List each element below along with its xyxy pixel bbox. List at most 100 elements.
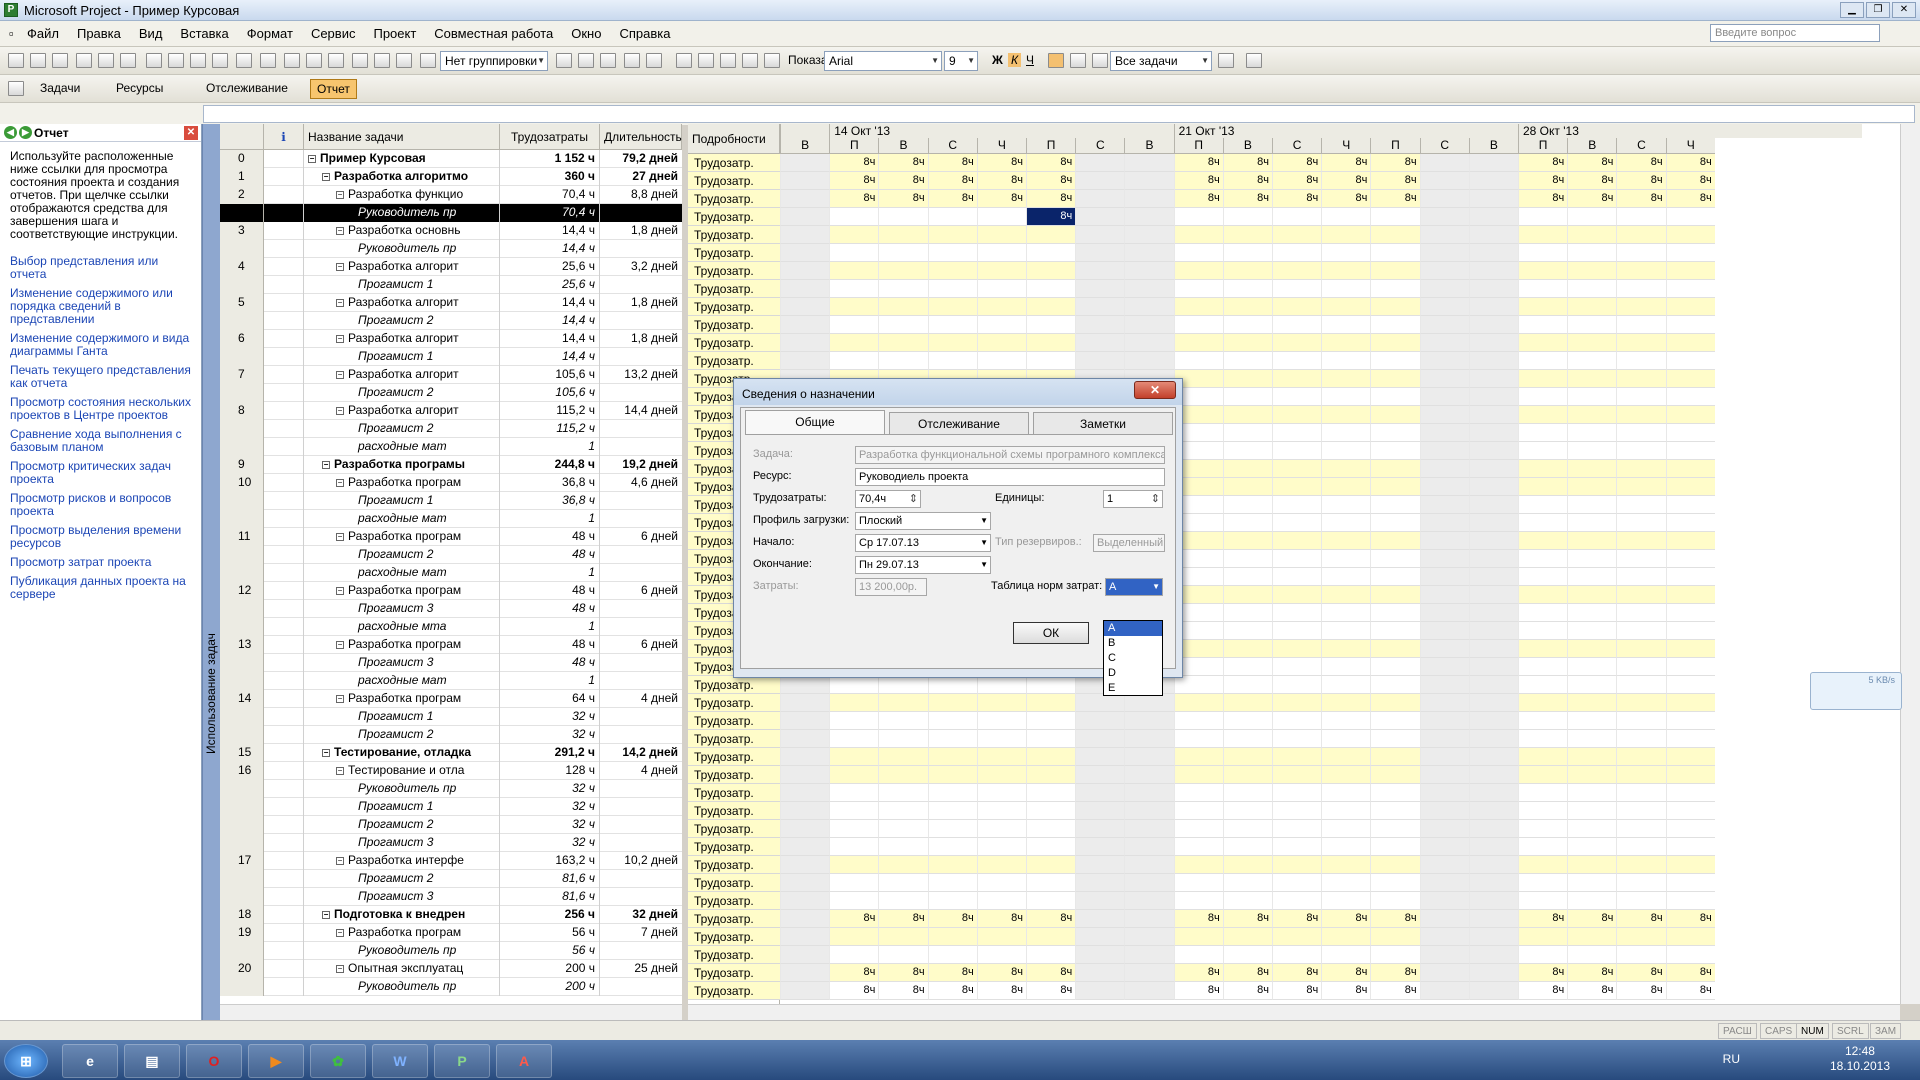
underline-button[interactable]: Ч <box>1026 53 1034 67</box>
work-cell[interactable] <box>1173 874 1223 892</box>
work-cell[interactable] <box>1370 298 1420 316</box>
work-cell[interactable] <box>1026 802 1076 820</box>
work-cell[interactable] <box>1124 874 1174 892</box>
work-cell[interactable] <box>1026 730 1076 748</box>
row-duration[interactable] <box>600 438 682 456</box>
row-name-cell[interactable]: расходные мта <box>304 618 500 636</box>
work-cell[interactable] <box>1468 784 1518 802</box>
work-cell[interactable]: 8ч <box>1222 190 1272 208</box>
work-cell[interactable] <box>1665 586 1715 604</box>
work-cell[interactable] <box>1222 352 1272 370</box>
work-cell[interactable] <box>1468 388 1518 406</box>
row-duration[interactable]: 6 дней <box>600 582 682 600</box>
opera-icon[interactable]: O <box>186 1044 242 1078</box>
row-duration[interactable] <box>600 816 682 834</box>
work-cell[interactable] <box>976 352 1026 370</box>
work-cell[interactable] <box>1370 586 1420 604</box>
timephased-hscrollbar[interactable] <box>688 1004 1900 1020</box>
work-cell[interactable] <box>1370 226 1420 244</box>
row-work[interactable]: 48 ч <box>500 582 600 600</box>
work-cell[interactable] <box>1616 208 1666 226</box>
row-name-cell[interactable]: Прогамист 2 <box>304 420 500 438</box>
work-cell[interactable] <box>780 964 830 982</box>
work-cell[interactable] <box>927 820 977 838</box>
work-cell[interactable] <box>1321 262 1371 280</box>
work-cell[interactable] <box>1616 820 1666 838</box>
goto-task-icon[interactable] <box>600 53 616 68</box>
format-painter-icon[interactable] <box>212 53 228 68</box>
work-cell[interactable] <box>1124 784 1174 802</box>
work-cell[interactable] <box>1468 568 1518 586</box>
work-cell[interactable] <box>1468 424 1518 442</box>
work-cell[interactable]: 8ч <box>1026 982 1076 1000</box>
work-cell[interactable] <box>1026 766 1076 784</box>
work-cell[interactable] <box>1567 532 1617 550</box>
work-cell[interactable] <box>1665 550 1715 568</box>
work-cell[interactable] <box>927 352 977 370</box>
work-cell[interactable] <box>1173 334 1223 352</box>
pane-link[interactable]: Выбор представления или отчета <box>10 255 191 281</box>
row-duration[interactable] <box>600 564 682 582</box>
assignment-row[interactable]: Прогамист 2 14,4 ч <box>220 312 682 330</box>
link-tasks-icon[interactable] <box>284 53 300 68</box>
work-cell[interactable] <box>1075 262 1125 280</box>
task-row[interactable]: 5− Разработка алгорит 14,4 ч 1,8 дней <box>220 294 682 312</box>
work-cell[interactable] <box>1419 982 1469 1000</box>
save-icon[interactable] <box>52 53 68 68</box>
task-row[interactable]: 2− Разработка функцио 70,4 ч 8,8 дней <box>220 186 682 204</box>
work-cell[interactable] <box>1026 316 1076 334</box>
work-cell[interactable] <box>1222 694 1272 712</box>
work-cell[interactable] <box>1518 658 1568 676</box>
work-cell[interactable] <box>1272 892 1322 910</box>
work-cell[interactable] <box>1419 622 1469 640</box>
work-cell[interactable] <box>878 244 928 262</box>
work-cell[interactable] <box>1468 820 1518 838</box>
work-cell[interactable] <box>1124 694 1174 712</box>
row-name-cell[interactable]: Прогамист 2 <box>304 870 500 888</box>
work-cell[interactable] <box>1468 226 1518 244</box>
grouping-select[interactable]: Нет группировки <box>440 51 548 71</box>
work-cell[interactable] <box>927 874 977 892</box>
row-work[interactable]: 81,6 ч <box>500 888 600 906</box>
work-cell[interactable] <box>1075 820 1125 838</box>
collapse-icon[interactable]: − <box>336 335 344 343</box>
work-cell[interactable] <box>1124 334 1174 352</box>
rate-option[interactable]: D <box>1104 666 1162 681</box>
work-cell[interactable] <box>1616 244 1666 262</box>
task-row[interactable]: 1− Разработка алгоритмо 360 ч 27 дней <box>220 168 682 186</box>
work-cell[interactable] <box>1272 316 1322 334</box>
row-name-cell[interactable]: − Разработка програм <box>304 528 500 546</box>
work-cell[interactable] <box>1665 316 1715 334</box>
assignment-row[interactable]: Прогамист 3 81,6 ч <box>220 888 682 906</box>
work-cell[interactable] <box>878 802 928 820</box>
collapse-icon[interactable]: − <box>336 299 344 307</box>
work-cell[interactable]: 8ч <box>878 982 928 1000</box>
back-icon[interactable]: ◀ <box>4 126 17 139</box>
work-cell[interactable] <box>1468 676 1518 694</box>
work-cell[interactable] <box>1665 406 1715 424</box>
work-cell[interactable] <box>1321 352 1371 370</box>
work-cell[interactable] <box>1419 298 1469 316</box>
work-cell[interactable] <box>1321 298 1371 316</box>
work-cell[interactable] <box>878 280 928 298</box>
work-cell[interactable] <box>1518 712 1568 730</box>
work-cell[interactable] <box>1026 352 1076 370</box>
work-cell[interactable] <box>1222 226 1272 244</box>
work-cell[interactable]: 8ч <box>1567 964 1617 982</box>
work-cell[interactable] <box>1518 748 1568 766</box>
work-cell[interactable] <box>1468 154 1518 172</box>
work-cell[interactable] <box>1468 838 1518 856</box>
work-cell[interactable]: 8ч <box>829 172 879 190</box>
work-cell[interactable]: 8ч <box>1665 982 1715 1000</box>
work-cell[interactable]: 8ч <box>1321 172 1371 190</box>
collapse-icon[interactable]: − <box>336 695 344 703</box>
row-name-cell[interactable]: − Разработка алгорит <box>304 330 500 348</box>
row-work[interactable]: 14,4 ч <box>500 294 600 312</box>
row-name-cell[interactable]: расходные мат <box>304 672 500 690</box>
work-cell[interactable] <box>1419 730 1469 748</box>
work-cell[interactable] <box>1370 352 1420 370</box>
work-cell[interactable] <box>1616 730 1666 748</box>
work-cell[interactable] <box>1321 622 1371 640</box>
work-cell[interactable]: 8ч <box>829 190 879 208</box>
work-cell[interactable] <box>1419 838 1469 856</box>
